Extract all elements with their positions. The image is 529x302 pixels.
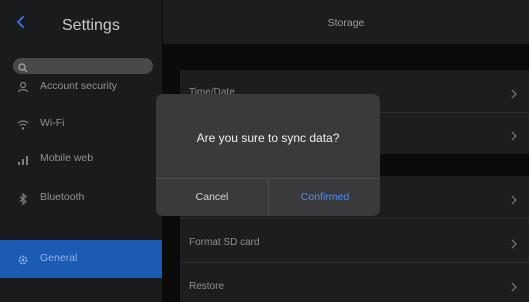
sidebar-item-general[interactable]: General (0, 240, 162, 278)
chevron-right-icon (510, 236, 518, 249)
sidebar-title: Settings (62, 17, 120, 34)
confirm-button[interactable]: Confirmed (269, 179, 380, 216)
sidebar-item-label: Account security (40, 80, 118, 92)
sidebar-item-wifi[interactable]: Wi-Fi (0, 106, 162, 142)
sidebar-item-label: Mobile web (40, 152, 94, 164)
dialog-message: Are you sure to sync data? (196, 131, 340, 145)
sidebar: Settings Account security Wi-Fi Mobile w… (0, 0, 162, 302)
sidebar-item-label: Bluetooth (40, 191, 85, 203)
sidebar-item-bluetooth[interactable]: Bluetooth (0, 180, 162, 216)
chevron-right-icon (510, 86, 518, 99)
person-icon (17, 80, 29, 93)
cancel-button[interactable]: Cancel (156, 179, 268, 216)
sidebar-item-account-security[interactable]: Account security (0, 74, 162, 98)
settings-row-restore[interactable]: Restore (180, 263, 529, 302)
sidebar-item-mobile-web[interactable]: Mobile web (0, 141, 162, 177)
settings-row-format-sd-card[interactable]: Format SD card (180, 219, 529, 262)
gear-icon (17, 253, 29, 265)
row-label: Restore (189, 281, 225, 292)
search-input[interactable] (13, 58, 153, 74)
sync-confirm-dialog: Are you sure to sync data? Cancel Confir… (156, 94, 380, 216)
page-title: Storage (327, 17, 365, 29)
back-arrow-icon[interactable] (14, 14, 28, 30)
chevron-right-icon (510, 128, 518, 141)
sidebar-item-label: Wi-Fi (40, 117, 65, 129)
bluetooth-icon (17, 192, 29, 206)
sidebar-item-label: General (40, 252, 78, 264)
search-icon (18, 60, 28, 73)
wifi-icon (17, 118, 29, 130)
sidebar-header: Settings (0, 0, 162, 48)
chevron-right-icon (510, 192, 518, 205)
main-header: Storage (163, 0, 529, 44)
signal-icon (17, 153, 29, 165)
chevron-right-icon (510, 279, 518, 292)
row-label: Format SD card (189, 237, 260, 248)
